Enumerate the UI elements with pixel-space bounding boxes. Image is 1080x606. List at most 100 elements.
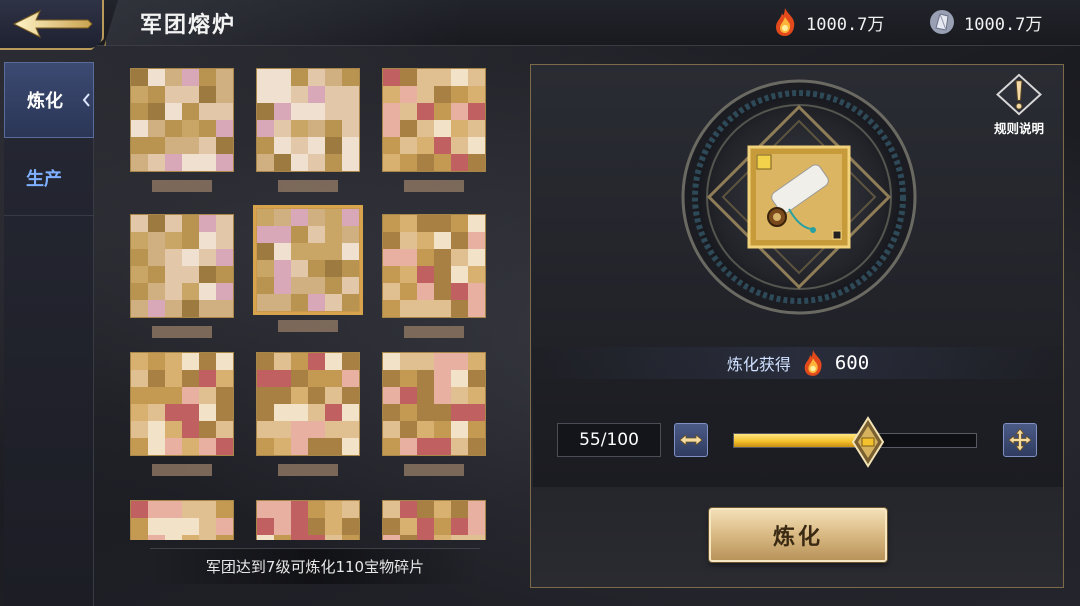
fragment-pixel bbox=[325, 535, 342, 540]
fragment-pixel bbox=[383, 120, 400, 137]
min-max-button[interactable] bbox=[674, 423, 708, 457]
fragment-pixel bbox=[182, 249, 199, 266]
fragment-pixel bbox=[182, 404, 199, 421]
refine-button[interactable]: 炼化 bbox=[709, 508, 887, 562]
fragment-slot[interactable] bbox=[382, 500, 486, 540]
fragment-slot[interactable] bbox=[256, 500, 360, 540]
fragment-pixel bbox=[308, 260, 325, 277]
fragment-slot[interactable] bbox=[382, 214, 486, 340]
fragment-slot[interactable] bbox=[382, 68, 486, 194]
fragment-slot-selected[interactable] bbox=[253, 205, 363, 334]
fragment-tile bbox=[256, 352, 360, 456]
fragment-pixel bbox=[216, 518, 233, 535]
fragment-pixel bbox=[325, 277, 342, 294]
fragment-pixel bbox=[325, 226, 342, 243]
fragment-pixel bbox=[274, 518, 291, 535]
add-button[interactable] bbox=[1003, 423, 1037, 457]
fragment-slot[interactable] bbox=[130, 68, 234, 194]
fragment-pixel bbox=[165, 103, 182, 120]
tab-refine[interactable]: 炼化 bbox=[4, 62, 94, 138]
fragment-pixel bbox=[199, 266, 216, 283]
fragment-pixel bbox=[148, 300, 165, 317]
unlock-hint: 军团达到7级可炼化110宝物碎片 bbox=[150, 548, 480, 584]
fragment-slot[interactable] bbox=[382, 352, 486, 478]
fragment-pixel bbox=[165, 501, 182, 518]
fragment-pixel bbox=[199, 501, 216, 518]
fragment-pixel bbox=[434, 353, 451, 370]
fragment-pixel bbox=[342, 421, 359, 438]
fragment-pixel bbox=[468, 518, 485, 535]
fragment-pixel bbox=[308, 137, 325, 154]
fragment-pixel bbox=[342, 518, 359, 535]
fragment-pixel bbox=[325, 209, 342, 226]
fragment-pixel bbox=[291, 294, 308, 311]
fragment-pixel bbox=[148, 215, 165, 232]
fragment-pixel bbox=[451, 154, 468, 171]
fragment-pixel bbox=[216, 353, 233, 370]
fragment-tile bbox=[130, 68, 234, 172]
fragment-count-bar bbox=[152, 180, 212, 192]
fragment-pixel bbox=[216, 300, 233, 317]
fragment-pixel bbox=[257, 535, 274, 540]
fragment-pixel bbox=[257, 277, 274, 294]
fragment-pixel bbox=[274, 501, 291, 518]
fragment-pixel bbox=[417, 404, 434, 421]
fragment-pixel bbox=[468, 387, 485, 404]
fragment-pixel bbox=[451, 249, 468, 266]
puzzle-icon bbox=[756, 154, 772, 170]
slider-handle[interactable] bbox=[851, 416, 885, 468]
fragment-pixel bbox=[131, 370, 148, 387]
fragment-pixel bbox=[131, 300, 148, 317]
fragment-pixel bbox=[274, 438, 291, 455]
fragment-pixel bbox=[383, 266, 400, 283]
fragment-pixel bbox=[148, 518, 165, 535]
quantity-slider[interactable] bbox=[733, 416, 977, 468]
fragment-pixel bbox=[325, 421, 342, 438]
fragment-slot[interactable] bbox=[256, 352, 360, 478]
fragment-pixel bbox=[434, 86, 451, 103]
fragment-pixel bbox=[291, 137, 308, 154]
fragment-pixel bbox=[342, 294, 359, 311]
rules-button[interactable]: 规则说明 bbox=[983, 73, 1055, 137]
fragment-pixel bbox=[383, 137, 400, 154]
fragment-pixel bbox=[468, 283, 485, 300]
fragment-pixel bbox=[216, 404, 233, 421]
fragment-pixel bbox=[451, 404, 468, 421]
fragment-pixel bbox=[182, 387, 199, 404]
horizontal-arrows-icon bbox=[679, 434, 703, 446]
fragment-pixel bbox=[325, 518, 342, 535]
fragment-pixel bbox=[199, 387, 216, 404]
fragment-pixel bbox=[308, 86, 325, 103]
fragment-pixel bbox=[257, 370, 274, 387]
fragment-pixel bbox=[216, 154, 233, 171]
fragment-pixel bbox=[383, 154, 400, 171]
fragment-slot[interactable] bbox=[256, 68, 360, 194]
fragment-slot[interactable] bbox=[130, 352, 234, 478]
fragment-pixel bbox=[216, 387, 233, 404]
fragment-pixel bbox=[342, 103, 359, 120]
fragment-pixel bbox=[325, 86, 342, 103]
fragment-pixel bbox=[400, 120, 417, 137]
fragment-pixel bbox=[257, 501, 274, 518]
fragment-slot[interactable] bbox=[130, 500, 234, 540]
back-button[interactable] bbox=[0, 0, 104, 50]
fragment-pixel bbox=[417, 232, 434, 249]
fragment-pixel bbox=[274, 243, 291, 260]
fragment-pixel bbox=[417, 518, 434, 535]
fragment-pixel bbox=[257, 421, 274, 438]
fragment-pixel bbox=[274, 277, 291, 294]
fragment-pixel bbox=[131, 353, 148, 370]
fragment-pixel bbox=[325, 69, 342, 86]
fragment-pixel bbox=[417, 353, 434, 370]
fragment-pixel bbox=[131, 154, 148, 171]
fragment-pixel bbox=[400, 283, 417, 300]
fragment-pixel bbox=[131, 86, 148, 103]
fragment-tile bbox=[130, 214, 234, 318]
page-title: 军团熔炉 bbox=[140, 13, 237, 38]
fragment-slot[interactable] bbox=[130, 214, 234, 340]
fragment-pixel bbox=[308, 226, 325, 243]
fragment-pixel bbox=[274, 421, 291, 438]
fragment-pixel bbox=[325, 120, 342, 137]
fragment-pixel bbox=[383, 232, 400, 249]
tab-produce[interactable]: 生产 bbox=[4, 140, 94, 216]
